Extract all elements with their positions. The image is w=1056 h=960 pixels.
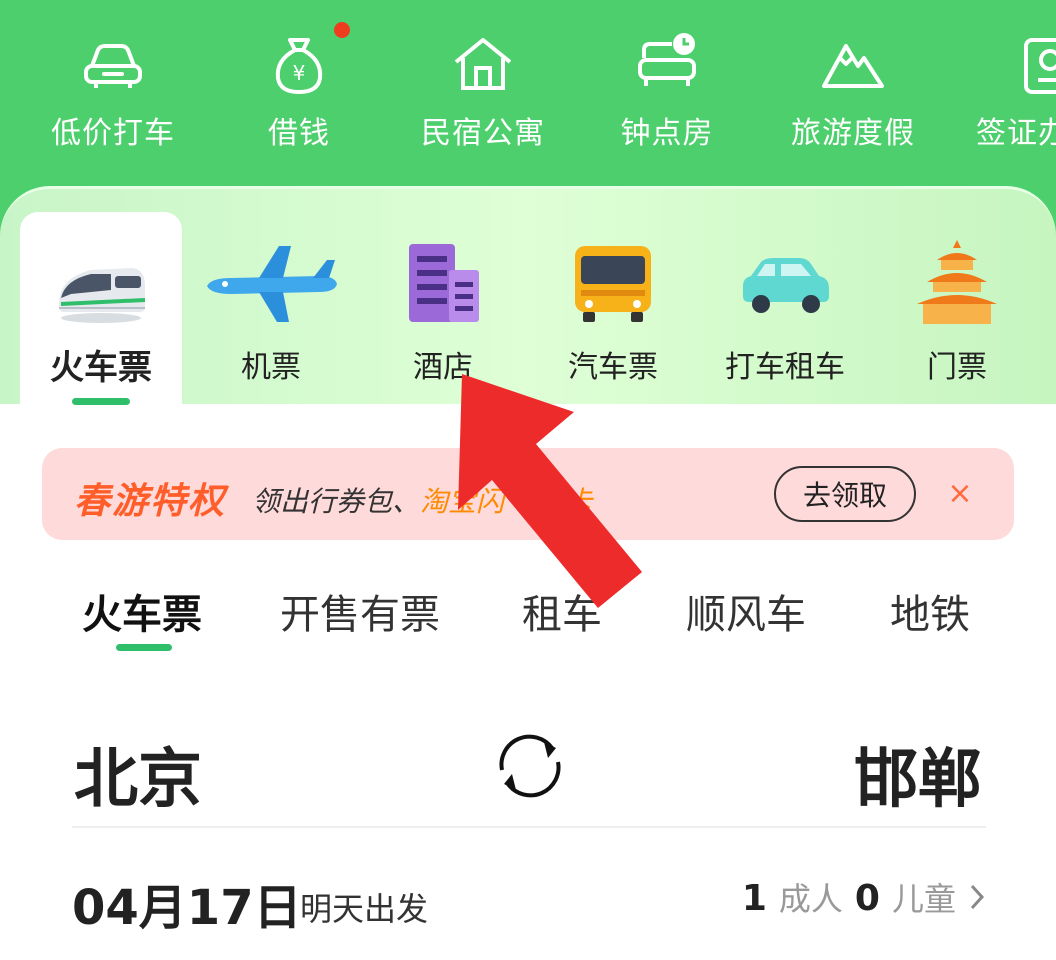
tab-car-rental[interactable]: 租车 (522, 582, 602, 640)
service-label: 低价打车 (51, 116, 175, 151)
category-taxi-rental[interactable]: 打车租车 (700, 238, 870, 386)
temple-icon (917, 240, 997, 324)
hotel-icon (409, 244, 479, 322)
claim-button[interactable]: 去领取 (774, 466, 916, 522)
service-visa[interactable]: 签证办 (954, 30, 1056, 152)
passenger-selector[interactable]: 1 成人 0 儿童 (742, 874, 986, 920)
promo-desc-highlight: 淘宝闪 (420, 485, 505, 518)
category-bus-tickets[interactable]: 汽车票 (528, 238, 698, 386)
category-active-indicator (72, 398, 130, 405)
category-label: 机票 (241, 350, 301, 385)
departure-city[interactable]: 北京 (74, 728, 202, 820)
service-label: 民宿公寓 (421, 116, 545, 151)
service-homestay[interactable]: 民宿公寓 (398, 30, 568, 152)
promo-description: 领出行券包、淘宝闪 卡 (252, 480, 592, 520)
swap-icon[interactable] (490, 726, 570, 806)
house-icon (454, 38, 512, 90)
child-label: 儿童 (891, 880, 956, 918)
taxi-icon (743, 258, 829, 313)
car-icon (84, 44, 142, 88)
passport-icon (1024, 38, 1056, 94)
category-attraction-tickets[interactable]: 门票 (872, 238, 1042, 386)
tab-subway[interactable]: 地铁 (890, 582, 970, 640)
category-flights[interactable]: 机票 (186, 238, 356, 386)
service-label: 旅游度假 (791, 116, 915, 151)
tab-carpool[interactable]: 顺风车 (686, 582, 806, 640)
category-train-tickets[interactable]: 火车票 (16, 238, 186, 389)
service-borrow-money[interactable]: ¥ 借钱 (214, 22, 384, 152)
service-hourly-room[interactable]: 钟点房 (582, 30, 752, 152)
tab-on-sale[interactable]: 开售有票 (280, 582, 440, 640)
promo-desc-tail: 卡 (564, 485, 593, 518)
airplane-icon (207, 246, 337, 322)
bed-clock-icon (638, 33, 696, 86)
train-icon (59, 268, 146, 323)
mountain-icon (822, 44, 884, 88)
tab-active-indicator (116, 644, 172, 651)
svg-text:¥: ¥ (293, 61, 306, 85)
service-travel-vacation[interactable]: 旅游度假 (768, 30, 938, 152)
category-label: 酒店 (413, 350, 473, 385)
service-label: 签证办 (976, 116, 1056, 151)
service-low-price-taxi[interactable]: 低价打车 (28, 30, 198, 152)
departure-date-note: 明天出发 (300, 890, 429, 928)
adult-label: 成人 (778, 880, 843, 918)
departure-date[interactable]: 04月17日 (72, 868, 302, 938)
chevron-right-icon (970, 884, 985, 910)
promo-title: 春游特权 (74, 481, 227, 522)
adult-count: 1 (741, 878, 767, 919)
tab-train-tickets[interactable]: 火车票 (82, 582, 202, 640)
promo-desc-text: 领出行券包、 (252, 485, 421, 518)
notification-dot (334, 22, 350, 38)
bus-icon (575, 246, 651, 322)
arrival-city[interactable]: 邯郸 (854, 728, 982, 820)
child-count: 0 (854, 878, 880, 919)
service-label: 借钱 (268, 116, 330, 151)
money-bag-icon: ¥ (275, 38, 323, 95)
category-label: 汽车票 (568, 350, 658, 385)
close-icon[interactable]: × (942, 476, 978, 512)
category-label: 火车票 (50, 348, 152, 388)
promo-banner[interactable]: 春游特权 领出行券包、淘宝闪 卡 去领取 × (42, 448, 1014, 540)
divider (72, 826, 986, 828)
service-label: 钟点房 (620, 116, 714, 151)
category-label: 门票 (927, 350, 987, 385)
category-hotels[interactable]: 酒店 (358, 238, 528, 386)
category-label: 打车租车 (725, 350, 845, 385)
